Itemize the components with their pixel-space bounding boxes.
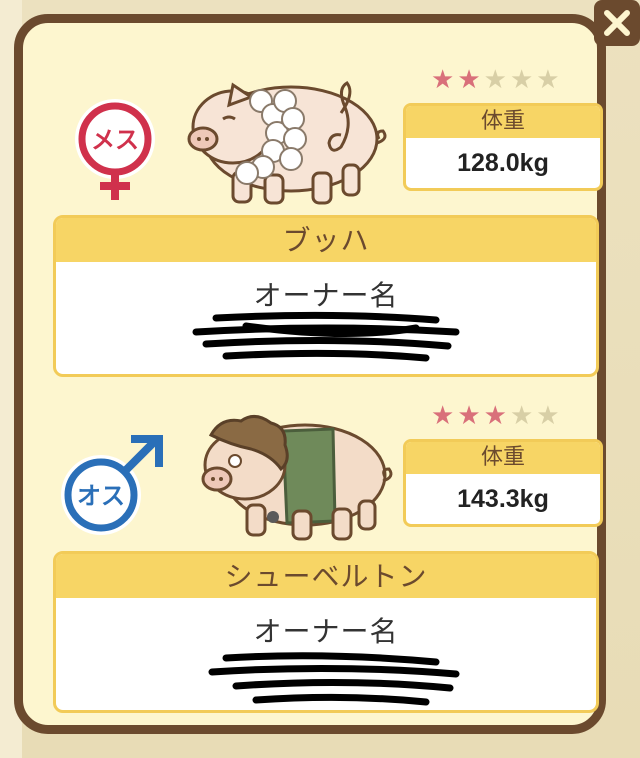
weight-value: 143.3kg [457,485,549,513]
weight-box: 体重 128.0kg [403,103,603,191]
close-button[interactable] [594,0,640,46]
pig-name: シューベルトン [56,554,596,598]
star-icon: ★ [536,401,560,431]
star-icon: ★ [483,65,507,95]
owner-label: オーナー名 [253,279,399,312]
star-icon: ★ [457,401,481,431]
owner-label: オーナー名 [253,615,399,648]
weight-box: 体重 143.3kg [403,439,603,527]
weight-label: 体重 [406,442,600,474]
name-card: ブッハ オーナー名 [53,215,599,377]
star-icon: ★ [457,65,481,95]
male-symbol-icon: オス [57,433,167,547]
gender-label: オス [77,482,125,510]
redacted-owner-name [208,652,460,706]
close-icon [604,10,630,36]
pig-bach-image [173,57,393,221]
star-icon: ★ [509,401,534,431]
star-icon: ★ [509,65,534,95]
star-icon: ★ [483,401,507,431]
pig-pair-dialog: メス ★ ★ ★ ★ ★ 体重 128.0kg ブッハ オーナー名 オス ★ ★… [14,14,606,734]
pig-schuberton-image [183,395,403,559]
star-icon: ★ [536,65,560,95]
female-symbol-icon: メス [67,95,167,209]
rating-stars: ★ ★ ★ ★ ★ [431,403,560,429]
star-icon: ★ [431,65,455,95]
redacted-owner-name [192,311,460,362]
weight-label: 体重 [406,106,600,138]
rating-stars: ★ ★ ★ ★ ★ [431,67,560,93]
gender-label: メス [91,126,139,154]
name-card: シューベルトン オーナー名 [53,551,599,713]
weight-value: 128.0kg [457,149,549,177]
star-icon: ★ [431,401,455,431]
pig-name: ブッハ [56,218,596,262]
